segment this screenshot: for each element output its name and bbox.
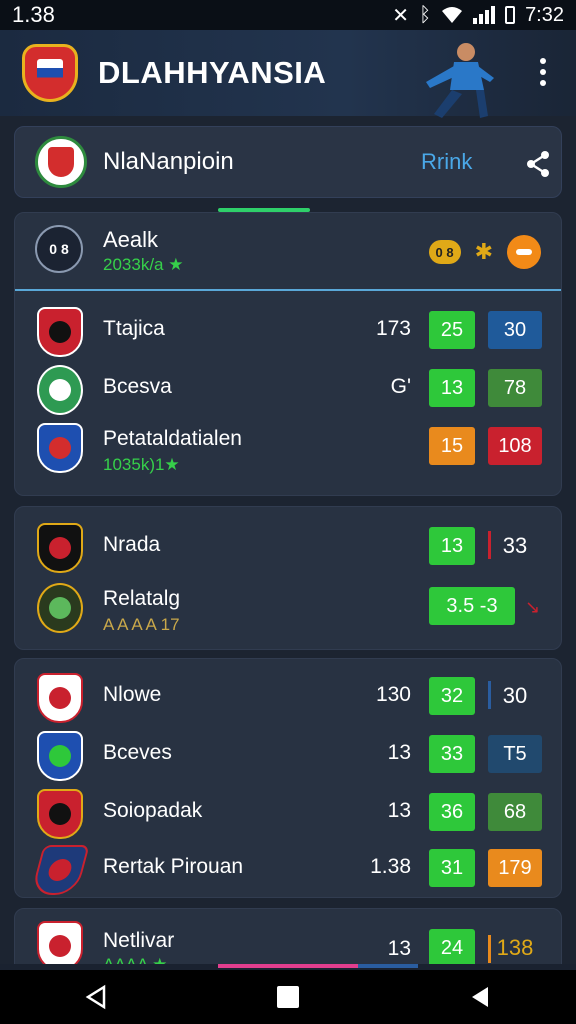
- team-name: Nlowe: [103, 683, 162, 706]
- status-left-text: 1.38: [12, 2, 55, 27]
- group-subtitle: 2033k/a ★: [103, 255, 184, 274]
- gear-icon[interactable]: ✱: [475, 239, 493, 265]
- system-nav-bar: [0, 970, 576, 1024]
- stat-box: 31: [429, 849, 475, 887]
- table-row[interactable]: Petataldatialen 1035k)1★ 15 108: [15, 419, 561, 477]
- arrow-icon: ↘: [525, 597, 541, 617]
- battery-icon: [505, 6, 516, 24]
- score-box: 3.5 -3: [429, 587, 515, 625]
- stat-box: 13: [429, 527, 475, 565]
- team-points: 1.38: [370, 855, 411, 878]
- stat-box: 25: [429, 311, 475, 349]
- stat-box: 36: [429, 793, 475, 831]
- signal-icon: [473, 6, 496, 24]
- club-crest-logo[interactable]: [22, 44, 78, 102]
- group-actions: 0 8 ✱: [428, 235, 541, 269]
- stat-box: 138: [496, 935, 534, 960]
- team-name: Nrada: [103, 533, 161, 556]
- team-name: Petataldatialen: [103, 427, 242, 450]
- table-row[interactable]: Ttajica 173 25 30: [15, 303, 561, 361]
- team-badge: [37, 789, 83, 839]
- stat-box: 179: [488, 849, 542, 887]
- group-title: Aealk: [103, 227, 159, 252]
- stat-box: 33: [502, 533, 528, 558]
- menu-icon[interactable]: [540, 58, 546, 86]
- stat-box: 30: [502, 683, 528, 708]
- bluetooth-icon: ᛒ: [419, 3, 432, 26]
- team-badge: [37, 583, 83, 633]
- team-points: G': [390, 375, 411, 398]
- match-group-card: Nrada 13 33 Relatalg A A A A 17 3.5 -3 ↘: [14, 506, 562, 650]
- table-row[interactable]: Nlowe 130 32 30: [15, 669, 561, 727]
- group-logo: 0 8: [35, 225, 83, 273]
- share-icon[interactable]: [523, 149, 553, 179]
- team-subtitle: 1035k)1★: [103, 455, 180, 474]
- toggle-icon[interactable]: [507, 235, 541, 269]
- rank-link[interactable]: Rrink: [421, 149, 472, 175]
- stat-box: T5: [488, 735, 542, 773]
- stat-box: 32: [429, 677, 475, 715]
- team-points: 173: [375, 317, 411, 340]
- league-logo: [35, 136, 87, 188]
- stat-box: 13: [429, 369, 475, 407]
- table-row[interactable]: Nrada 13 33: [15, 519, 561, 577]
- team-badge: [37, 523, 83, 573]
- team-badge: [37, 307, 83, 357]
- table-row[interactable]: Soiopadak 13 36 68: [15, 785, 561, 843]
- team-name: Soiopadak: [103, 799, 203, 822]
- team-name: Bceves: [103, 741, 172, 764]
- team-name: Netlivar: [103, 929, 175, 952]
- team-badge: [37, 423, 83, 473]
- team-name: Bcesva: [103, 375, 172, 398]
- team-badge: [37, 673, 83, 723]
- team-points: 130: [375, 683, 411, 706]
- stat-box: 108: [488, 427, 542, 465]
- team-badge: [30, 845, 90, 895]
- group-header[interactable]: 0 8 Aealk 2033k/a ★ 0 8 ✱: [15, 213, 561, 291]
- status-time: 7:32: [525, 3, 564, 26]
- stat-box: 15: [429, 427, 475, 465]
- league-card[interactable]: NlaNanpioin Rrink: [14, 126, 562, 198]
- status-bar: 1.38 ✕ ᛒ 7:32: [0, 0, 576, 30]
- team-name: Rertak Pirouan: [103, 855, 244, 878]
- app-title: DLAHHYANSIA: [98, 55, 327, 90]
- team-subtitle: A A A A 17: [103, 615, 180, 634]
- team-name: Relatalg: [103, 587, 181, 610]
- stat-box: 68: [488, 793, 542, 831]
- score-pill: 0 8: [428, 240, 461, 264]
- recents-icon[interactable]: [460, 977, 500, 1017]
- wifi-icon: [442, 7, 463, 23]
- team-badge: [37, 365, 83, 415]
- stat-box: 78: [488, 369, 542, 407]
- stat-box: 24: [429, 929, 475, 967]
- stat-box: 33: [429, 735, 475, 773]
- team-points: 13: [387, 937, 411, 960]
- home-icon[interactable]: [268, 977, 308, 1017]
- team-name: Ttajica: [103, 317, 165, 340]
- match-group-card: 0 8 Aealk 2033k/a ★ 0 8 ✱ Ttajica 173 25…: [14, 212, 562, 496]
- league-name: NlaNanpioin: [103, 148, 234, 175]
- app-header: DLAHHYANSIA: [0, 30, 576, 118]
- match-group-card: Nlowe 130 32 30 Bceves 13 33 T5 Soiopada…: [14, 658, 562, 898]
- table-row[interactable]: Bcesva G' 13 78: [15, 361, 561, 419]
- mute-icon: ✕: [392, 4, 410, 27]
- team-points: 13: [387, 741, 411, 764]
- team-points: 13: [387, 799, 411, 822]
- team-badge: [37, 731, 83, 781]
- table-row[interactable]: Bceves 13 33 T5: [15, 727, 561, 785]
- back-icon[interactable]: [76, 977, 116, 1017]
- stat-box: 30: [488, 311, 542, 349]
- status-icons: ✕ ᛒ 7:32: [392, 3, 564, 28]
- table-row[interactable]: Relatalg A A A A 17 3.5 -3 ↘: [15, 579, 561, 637]
- table-row[interactable]: Rertak Pirouan 1.38 31 179: [15, 841, 561, 899]
- player-image: [426, 43, 494, 118]
